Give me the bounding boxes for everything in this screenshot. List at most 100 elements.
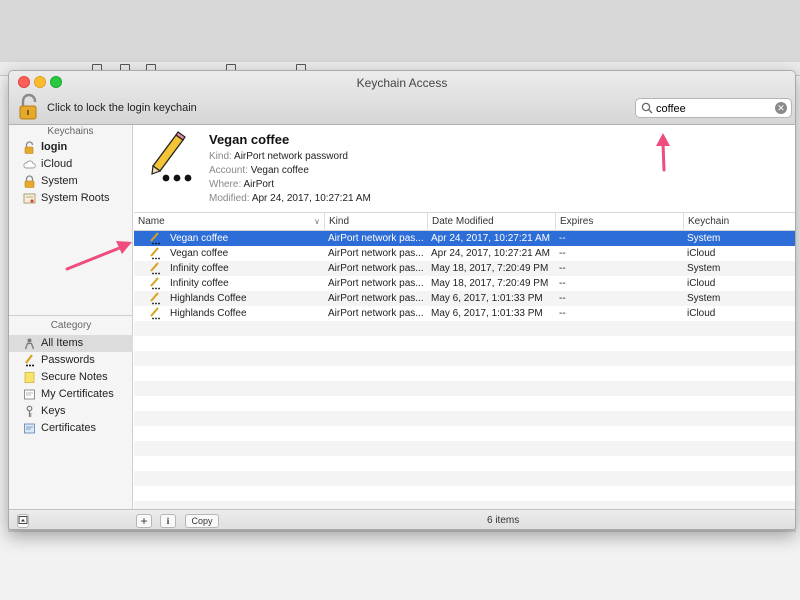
cell-kind: AirPort network pas...	[328, 233, 424, 244]
table-row[interactable]: Infinity coffee AirPort network pas... M…	[134, 261, 795, 276]
sidebar-item-system[interactable]: System	[9, 173, 132, 190]
sidebar-item-my-certificates[interactable]: My Certificates	[9, 386, 133, 403]
column-header-name[interactable]: Name ∨	[134, 213, 324, 231]
cell-keychain: iCloud	[687, 248, 716, 259]
sidebar-item-login[interactable]: login	[9, 139, 132, 156]
cell-date-modified: May 18, 2017, 7:20:49 PM	[431, 278, 549, 289]
sidebar-item-label: Keys	[41, 405, 66, 417]
unlocked-padlock-icon[interactable]	[17, 93, 41, 121]
sidebar: Keychains login iCloud System System Roo…	[9, 125, 133, 509]
cell-date-modified: May 6, 2017, 1:01:33 PM	[431, 293, 543, 304]
locked-padlock-icon	[24, 175, 35, 188]
background-window-bottom	[0, 532, 800, 600]
cell-name: Vegan coffee	[170, 233, 229, 244]
sidebar-item-passwords[interactable]: Passwords	[9, 352, 133, 369]
search-field[interactable]: ✕	[635, 98, 792, 118]
window-title: Keychain Access	[356, 76, 448, 90]
pencil-dots-icon	[150, 232, 160, 245]
detail-kind-label: Kind:	[209, 151, 232, 162]
clear-search-icon[interactable]: ✕	[775, 102, 787, 114]
pencil-dots-icon	[150, 307, 160, 320]
search-input[interactable]	[656, 101, 766, 116]
detail-where-row: Where: AirPort	[209, 179, 274, 190]
sidebar-item-certificates[interactable]: Certificates	[9, 420, 133, 437]
column-header-keychain[interactable]: Keychain	[683, 213, 795, 231]
column-header-expires[interactable]: Expires	[555, 213, 683, 231]
detail-account-value: Vegan coffee	[250, 165, 309, 176]
column-header-date-modified[interactable]: Date Modified	[427, 213, 555, 231]
pencil-dots-icon	[150, 277, 160, 290]
cell-keychain: iCloud	[687, 308, 716, 319]
sidebar-item-label: login	[41, 141, 68, 153]
empty-row	[134, 336, 795, 351]
cell-keychain: System	[687, 293, 721, 304]
info-icon: i	[166, 516, 170, 526]
column-header-label: Expires	[560, 216, 594, 227]
sidebar-item-system-roots[interactable]: System Roots	[9, 190, 132, 207]
pencil-dots-icon	[150, 292, 160, 305]
sidebar-item-all-items[interactable]: All Items	[9, 335, 133, 352]
cell-name: Highlands Coffee	[170, 308, 247, 319]
empty-row	[134, 396, 795, 411]
table-row[interactable]: Highlands Coffee AirPort network pas... …	[134, 306, 795, 321]
certificate-icon	[24, 423, 35, 434]
cell-kind: AirPort network pas...	[328, 308, 424, 319]
key-icon	[26, 405, 33, 417]
sidebar-item-label: iCloud	[41, 158, 73, 170]
empty-row	[134, 411, 795, 426]
pencil-dots-icon	[150, 262, 160, 275]
table-header: Name ∨ Kind Date Modified Expires Keycha…	[134, 213, 795, 231]
item-detail-pane: Vegan coffee Kind: AirPort network passw…	[134, 125, 795, 213]
sidebar-item-label: My Certificates	[41, 388, 114, 400]
detail-modified-label: Modified:	[209, 193, 250, 204]
keychains-heading: Keychains	[47, 126, 94, 137]
cell-date-modified: Apr 24, 2017, 10:27:21 AM	[431, 233, 550, 244]
bottom-toolbar: + i Copy 6 items	[9, 509, 795, 529]
cell-name: Highlands Coffee	[170, 293, 247, 304]
pencil-dots-icon	[25, 354, 34, 367]
cell-name: Infinity coffee	[170, 263, 229, 274]
item-count: 6 items	[487, 515, 520, 526]
cell-expires: --	[559, 263, 566, 274]
cell-date-modified: Apr 24, 2017, 10:27:21 AM	[431, 248, 550, 259]
sidebar-divider[interactable]	[9, 315, 133, 316]
table-row[interactable]: Vegan coffee AirPort network pas... Apr …	[134, 246, 795, 261]
sidebar-item-label: System	[41, 175, 78, 187]
column-header-label: Keychain	[688, 216, 730, 227]
table-row[interactable]: Highlands Coffee AirPort network pas... …	[134, 291, 795, 306]
sidebar-item-icloud[interactable]: iCloud	[9, 156, 132, 173]
cell-kind: AirPort network pas...	[328, 278, 424, 289]
copy-button[interactable]: Copy	[185, 514, 219, 528]
cell-date-modified: May 6, 2017, 1:01:33 PM	[431, 308, 543, 319]
get-info-button[interactable]: i	[160, 514, 176, 528]
detail-modified-value: Apr 24, 2017, 10:27:21 AM	[251, 193, 371, 204]
cell-kind: AirPort network pas...	[328, 263, 424, 274]
certificate-stack-icon	[23, 193, 36, 204]
empty-row	[134, 321, 795, 336]
cell-expires: --	[559, 248, 566, 259]
detail-where-value: AirPort	[243, 179, 275, 190]
detail-where-label: Where:	[209, 179, 242, 190]
lock-hint-text[interactable]: Click to lock the login keychain	[47, 102, 197, 114]
cell-expires: --	[559, 308, 566, 319]
sidebar-item-label: All Items	[41, 337, 84, 349]
cell-name: Infinity coffee	[170, 278, 229, 289]
table-row[interactable]: Vegan coffee AirPort network pas... Apr …	[134, 231, 795, 246]
toggle-sidebar-button[interactable]	[17, 514, 29, 528]
sidebar-toggle-icon	[18, 516, 28, 524]
cell-keychain: iCloud	[687, 278, 716, 289]
empty-row	[134, 441, 795, 456]
table-row[interactable]: Infinity coffee AirPort network pas... M…	[134, 276, 795, 291]
empty-row	[134, 366, 795, 381]
column-header-kind[interactable]: Kind	[324, 213, 427, 231]
cell-keychain: System	[687, 233, 721, 244]
sidebar-item-secure-notes[interactable]: Secure Notes	[9, 369, 133, 386]
sidebar-item-keys[interactable]: Keys	[9, 403, 133, 420]
add-item-button[interactable]: +	[136, 514, 152, 528]
cloud-icon	[23, 160, 36, 169]
cell-keychain: System	[687, 263, 721, 274]
password-pencil-icon	[151, 131, 192, 182]
empty-row	[134, 351, 795, 366]
search-icon	[641, 102, 653, 114]
cell-expires: --	[559, 293, 566, 304]
